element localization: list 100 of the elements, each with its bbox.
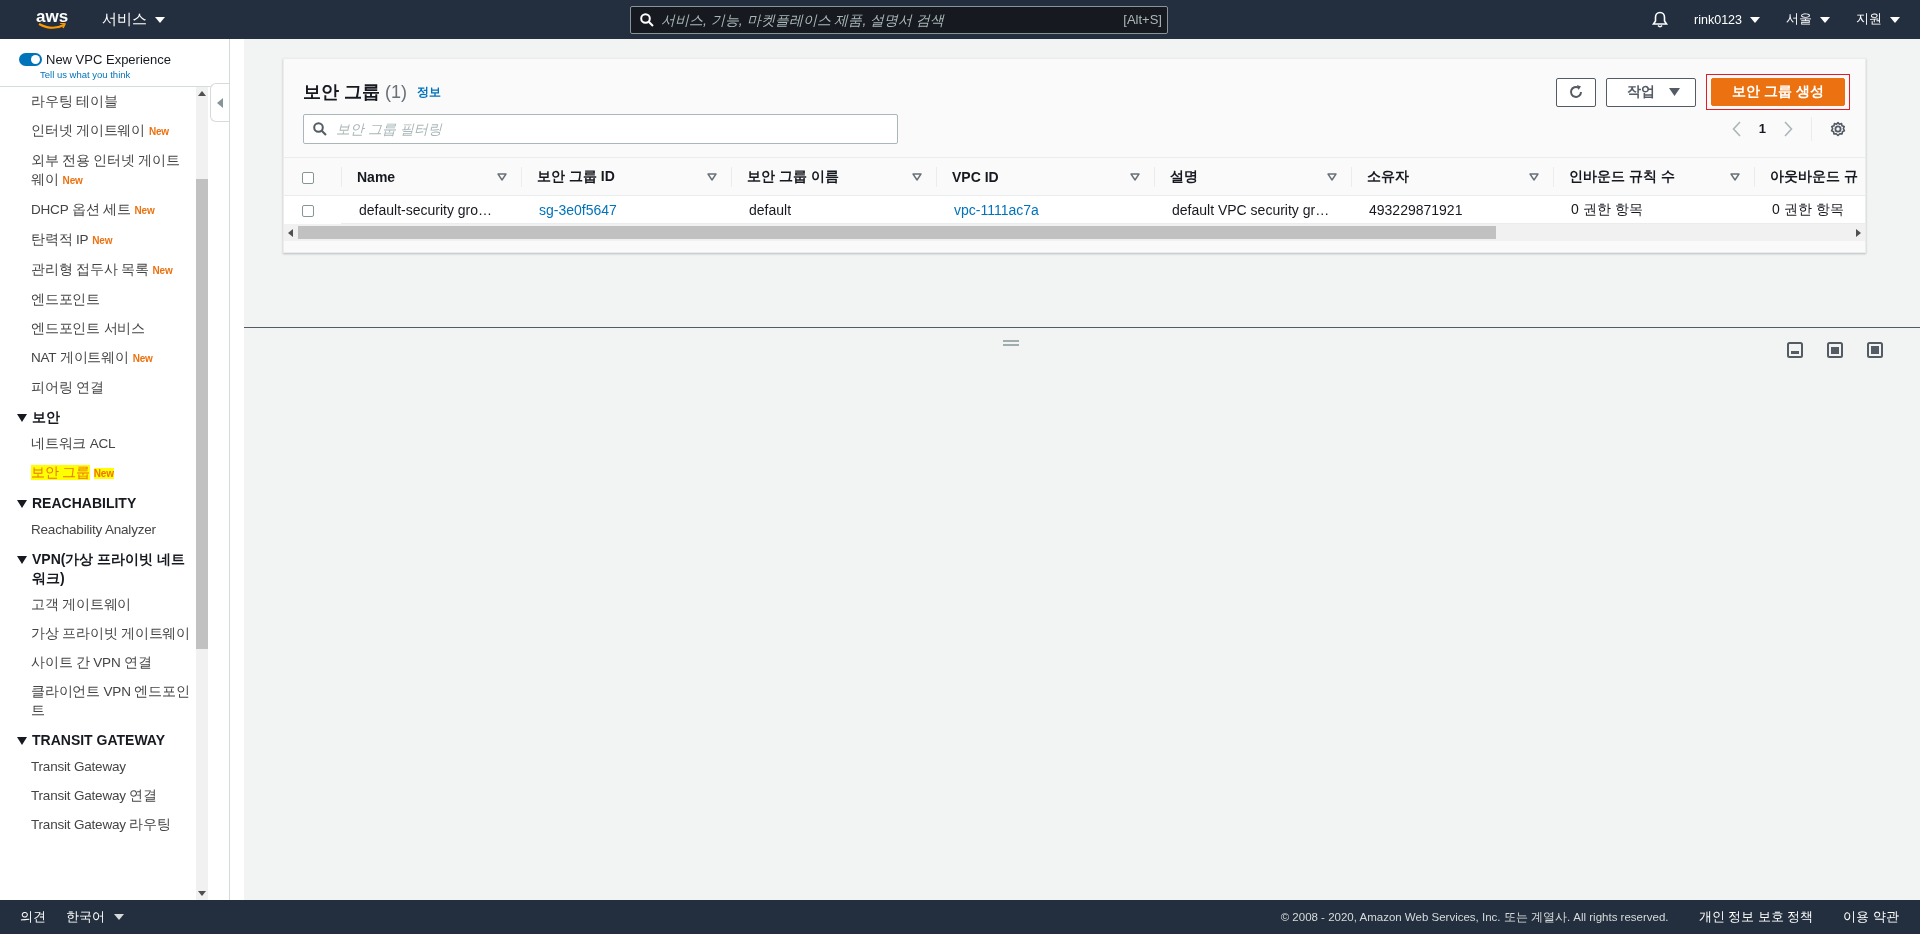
nav-item[interactable]: NAT 게이트웨이 New <box>0 343 193 373</box>
nav-item[interactable]: 엔드포인트 <box>0 285 193 314</box>
refresh-icon <box>1568 84 1585 100</box>
triangle-down-icon <box>17 500 27 508</box>
shortcut-hint: [Alt+S] <box>1123 11 1162 27</box>
info-link[interactable]: 정보 <box>417 83 441 101</box>
settings-button[interactable] <box>1830 120 1846 137</box>
column-header[interactable]: 보안 그룹 이름 <box>731 158 936 196</box>
caret-icon <box>1890 16 1900 23</box>
nav-item[interactable]: Transit Gateway 연결 <box>0 781 193 810</box>
sort-icon <box>1327 172 1337 181</box>
chevron-left-icon <box>1731 120 1741 137</box>
panel-full-icon <box>1867 342 1883 358</box>
support-menu[interactable]: 지원 <box>1856 11 1900 28</box>
item-count: (1) <box>385 81 407 103</box>
triangle-down-icon <box>17 556 27 564</box>
drag-handle-icon[interactable] <box>1003 340 1019 346</box>
new-label: New <box>132 353 153 364</box>
scroll-right-icon[interactable] <box>1856 228 1861 237</box>
nav-item[interactable]: 고객 게이트웨이 <box>0 590 193 619</box>
services-menu[interactable]: 서비스 <box>102 10 166 29</box>
column-header[interactable]: 설명 <box>1154 158 1351 196</box>
caret-icon <box>1750 16 1760 23</box>
notifications-button[interactable] <box>1652 11 1669 28</box>
smile-arrow-icon <box>38 23 67 30</box>
section-header[interactable]: VPN(가상 프라이빗 네트워크) <box>0 544 193 590</box>
language-menu[interactable]: 한국어 <box>66 908 124 926</box>
nav-item[interactable]: DHCP 옵션 세트 New <box>0 195 193 225</box>
new-label: New <box>92 235 113 246</box>
new-label: New <box>148 126 169 137</box>
footer-link[interactable]: 개인 정보 보호 정책 <box>1698 908 1814 926</box>
new-label: New <box>134 205 155 216</box>
triangle-down-icon <box>17 737 27 745</box>
nav-item[interactable]: 네트워크 ACL <box>0 429 193 458</box>
nav-item[interactable]: 피어링 연결 <box>0 373 193 402</box>
refresh-button[interactable] <box>1556 77 1597 107</box>
column-header[interactable]: 보안 그룹 ID <box>521 158 731 196</box>
sort-icon <box>1730 172 1740 181</box>
panel-bottom-button[interactable] <box>1787 342 1803 358</box>
actions-button[interactable]: 작업 <box>1606 77 1697 107</box>
nav-item[interactable]: 가상 프라이빗 게이트웨이 <box>0 619 193 648</box>
nav-item[interactable]: Transit Gateway <box>0 752 193 781</box>
table-cell: default-security gro… <box>359 201 493 218</box>
sort-icon <box>707 172 717 181</box>
scroll-down-icon[interactable] <box>198 891 206 896</box>
nav-item[interactable]: Reachability Analyzer <box>0 515 193 544</box>
table-cell: default <box>749 201 792 218</box>
page-number[interactable]: 1 <box>1758 121 1766 136</box>
toggle-switch[interactable] <box>19 53 42 66</box>
sort-icon <box>497 172 507 181</box>
caret-icon <box>1669 88 1681 96</box>
table-cell: 0 권한 항목 <box>1571 200 1643 217</box>
nav-item[interactable]: 인터넷 게이트웨이 New <box>0 116 193 146</box>
table-link[interactable]: vpc-1111ac7a <box>954 201 1039 218</box>
nav-item[interactable]: 외부 전용 인터넷 게이트웨이 New <box>0 146 193 195</box>
nav-item[interactable]: 엔드포인트 서비스 <box>0 314 193 343</box>
feedback-link[interactable]: Tell us what you think <box>40 69 229 80</box>
collapse-button[interactable] <box>210 83 229 122</box>
panel-full-button[interactable] <box>1867 342 1883 358</box>
table-cell: 0 권한 항목 <box>1772 200 1844 217</box>
footer-link[interactable]: 이용 약관 <box>1843 908 1899 926</box>
section-header[interactable]: REACHABILITY <box>0 488 193 515</box>
toggle-label: New VPC Experience <box>46 52 171 67</box>
scrollbar[interactable] <box>196 87 208 900</box>
account-menu[interactable]: rink0123 <box>1694 12 1760 27</box>
nav-item[interactable]: 사이트 간 VPN 연결 <box>0 648 193 677</box>
column-header[interactable]: VPC ID <box>936 158 1154 196</box>
sort-icon <box>1529 172 1539 181</box>
aws-logo[interactable]: aws <box>36 9 69 30</box>
caret-icon <box>1820 16 1830 23</box>
triangle-down-icon <box>17 414 27 422</box>
panel-side-button[interactable] <box>1827 342 1843 358</box>
feedback-button[interactable]: 의견 <box>20 908 46 926</box>
filter-field[interactable]: 보안 그룹 필터링 <box>303 113 898 144</box>
column-header[interactable]: 인바운드 규칙 수 <box>1553 158 1754 196</box>
table-cell: 493229871921 <box>1369 201 1463 218</box>
nav-item[interactable]: 라우팅 테이블 <box>0 87 193 116</box>
panel-bottom-icon <box>1787 342 1803 358</box>
caret-left-icon <box>217 97 223 108</box>
column-header[interactable]: 소유자 <box>1351 158 1553 196</box>
checkbox[interactable] <box>302 171 314 184</box>
chevron-right-icon <box>1784 120 1793 137</box>
column-header[interactable]: Name <box>341 158 521 196</box>
page-title: 보안 그룹 <box>303 81 380 104</box>
nav-item[interactable]: 관리형 접두사 목록 New <box>0 255 193 285</box>
nav-item[interactable]: Transit Gateway 라우팅 <box>0 810 193 839</box>
new-label: New <box>93 468 114 479</box>
bell-icon <box>1652 11 1669 28</box>
scroll-left-icon[interactable] <box>288 228 293 237</box>
horizontal-scrollbar[interactable] <box>284 224 1865 241</box>
column-header[interactable]: 아웃바운드 규 <box>1754 158 1865 196</box>
checkbox[interactable] <box>302 205 314 218</box>
nav-item[interactable]: 탄력적 IP New <box>0 225 193 255</box>
scroll-up-icon[interactable] <box>198 91 206 96</box>
section-header[interactable]: TRANSIT GATEWAY <box>0 725 193 752</box>
table-link[interactable]: sg-3e0f5647 <box>539 201 617 218</box>
region-menu[interactable]: 서울 <box>1786 11 1830 28</box>
new-label: New <box>62 175 83 186</box>
section-header[interactable]: 보안 <box>0 402 193 429</box>
nav-item[interactable]: 클라이언트 VPN 엔드포인트 <box>0 677 193 725</box>
